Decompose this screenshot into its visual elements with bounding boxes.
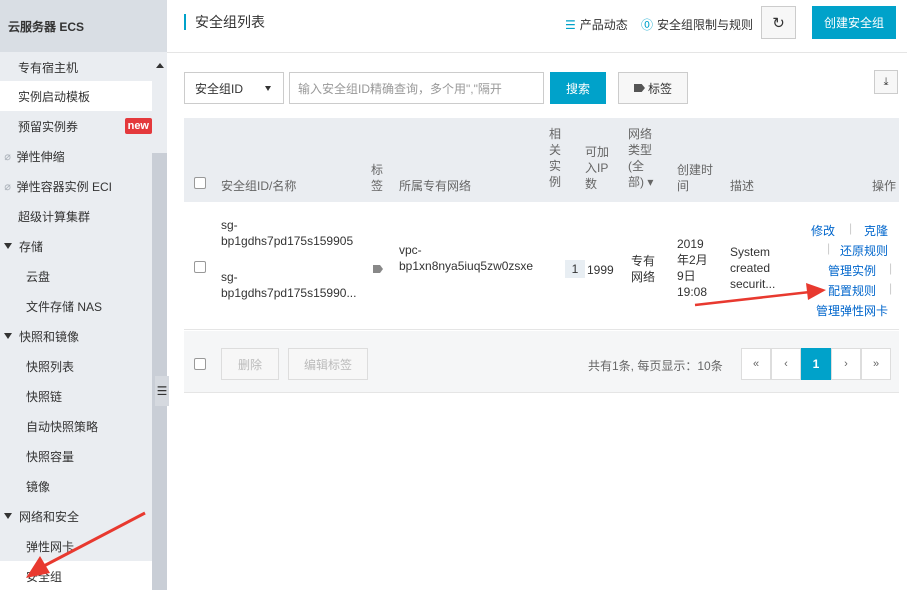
row-checkbox[interactable] xyxy=(194,261,206,273)
th-operations: 操作 xyxy=(872,179,897,193)
th-vpc: 所属专有网络 xyxy=(399,179,472,193)
th-network-type[interactable]: 网络 类型 (全 部) ▾ xyxy=(628,126,653,190)
prev-page-button[interactable]: ‹ xyxy=(771,348,801,380)
sidebar-item-reserved-instance[interactable]: 预留实例券 new xyxy=(0,111,152,141)
sidebar-item-launch-template[interactable]: 实例启动模板 xyxy=(0,81,152,111)
last-page-button[interactable]: » xyxy=(861,348,891,380)
collapse-triangle-icon xyxy=(4,333,12,339)
refresh-button[interactable]: ↻ xyxy=(761,6,796,39)
external-link-icon: ⌀ xyxy=(4,150,11,163)
first-page-button[interactable]: « xyxy=(741,348,771,380)
th-tag: 标签 xyxy=(371,163,384,193)
manage-instances-link[interactable]: 管理实例 xyxy=(828,262,876,279)
search-button[interactable]: 搜索 xyxy=(550,72,606,104)
modify-link[interactable]: 修改 xyxy=(811,222,835,239)
th-description: 描述 xyxy=(730,179,755,193)
table-footer: 删除 编辑标签 共有1条, 每页显示：10条 « ‹ 1 › » xyxy=(184,331,899,393)
sidebar-item-auto-snapshot[interactable]: 自动快照策略 xyxy=(0,411,152,441)
sidebar: 云服务器 ECS 专有宿主机 实例启动模板 预留实例券 new ⌀ 弹性伸缩 ⌀ 弹性… xyxy=(0,0,167,591)
export-icon: ⤓ xyxy=(883,75,889,88)
sidebar-section-storage[interactable]: 存储 xyxy=(0,231,152,261)
tag-filter-button[interactable]: 标签 xyxy=(618,72,688,104)
sidebar-scrollbar-thumb[interactable] xyxy=(152,153,167,590)
collapse-triangle-icon xyxy=(4,243,12,249)
restore-rules-link[interactable]: 还原规则 xyxy=(840,242,888,259)
sidebar-section-snapshot[interactable]: 快照和镜像 xyxy=(0,321,152,351)
export-button[interactable]: ⤓ xyxy=(874,70,898,94)
clone-link[interactable]: 克隆 xyxy=(864,222,888,239)
sidebar-item-dedicated-host[interactable]: 专有宿主机 xyxy=(0,52,152,82)
list-icon: ☰ xyxy=(565,17,576,32)
pagination-summary: 共有1条, 每页显示：10条 xyxy=(588,359,723,373)
sidebar-item-disk[interactable]: 云盘 xyxy=(0,261,152,291)
page-1-button[interactable]: 1 xyxy=(801,348,831,380)
product-news-link[interactable]: ☰ 产品动态 xyxy=(565,16,628,33)
edit-tags-button[interactable]: 编辑标签 xyxy=(288,348,368,380)
security-group-id[interactable]: sg-bp1gdhs7pd175s159905 xyxy=(221,217,353,249)
created-time: 2019 年2月 9日 19:08 xyxy=(677,237,708,299)
refresh-icon: ↻ xyxy=(772,14,785,32)
th-available-ips: 可加 入IP 数 xyxy=(585,145,610,191)
page-title: 安全组列表 xyxy=(184,14,265,30)
create-security-group-button[interactable]: 创建安全组 xyxy=(812,6,896,39)
sidebar-item-supercomputing[interactable]: 超级计算集群 xyxy=(0,201,152,231)
limits-rules-link[interactable]: ⓪ 安全组限制与规则 xyxy=(641,16,753,33)
menu-icon: ☰ xyxy=(156,384,168,398)
sidebar-item-eni[interactable]: 弹性网卡 xyxy=(0,531,152,561)
op-separator: | xyxy=(889,261,893,275)
search-input[interactable]: 输入安全组ID精确查询，多个用","隔开 xyxy=(289,72,544,104)
network-type: 专有 网络 xyxy=(631,254,656,284)
sidebar-brand[interactable]: 云服务器 ECS xyxy=(0,0,166,52)
op-separator: | xyxy=(827,241,831,255)
sidebar-section-network[interactable]: 网络和安全 xyxy=(0,501,152,531)
sidebar-item-nas[interactable]: 文件存储 NAS xyxy=(0,291,152,321)
chevron-down-icon xyxy=(265,86,271,91)
main-content: 安全组列表 ☰ 产品动态 ⓪ 安全组限制与规则 ↻ 创建安全组 安全组ID 输入安全… xyxy=(167,0,907,590)
available-ips: 1999 xyxy=(587,263,614,277)
sidebar-item-eci[interactable]: ⌀ 弹性容器实例 ECI xyxy=(0,171,152,201)
related-instances-count[interactable]: 1 xyxy=(565,260,585,278)
sidebar-item-image[interactable]: 镜像 xyxy=(0,471,152,501)
manage-eni-link[interactable]: 管理弹性网卡 xyxy=(816,302,888,319)
op-separator: | xyxy=(849,221,853,235)
scroll-up-icon[interactable] xyxy=(156,63,164,68)
description: System created securit... xyxy=(730,245,776,291)
sidebar-item-snapshot-chain[interactable]: 快照链 xyxy=(0,381,152,411)
table-header: 安全组ID/名称 标签 所属专有网络 相关实例 可加 入IP 数 网络 类型 (全 部) … xyxy=(184,118,899,202)
th-name: 安全组ID/名称 xyxy=(221,179,297,193)
delete-button[interactable]: 删除 xyxy=(221,348,279,380)
op-separator: | xyxy=(889,281,893,295)
sidebar-item-autoscaling[interactable]: ⌀ 弹性伸缩 xyxy=(0,141,152,171)
external-link-icon: ⌀ xyxy=(4,180,11,193)
new-badge: new xyxy=(124,118,152,134)
th-instances: 相关实例 xyxy=(549,127,562,189)
sidebar-item-security-group[interactable]: 安全组 xyxy=(0,561,152,591)
select-all-checkbox[interactable] xyxy=(194,177,206,189)
table-row: sg-bp1gdhs7pd175s159905 sg-bp1gdhs7pd175… xyxy=(184,202,899,330)
footer-select-all-checkbox[interactable] xyxy=(194,358,206,370)
th-created: 创建时间 xyxy=(677,163,714,193)
security-group-name: sg-bp1gdhs7pd175s15990... xyxy=(221,270,357,300)
header-divider xyxy=(167,52,907,53)
search-field-select[interactable]: 安全组ID xyxy=(184,72,284,104)
help-icon: ⓪ xyxy=(641,18,654,32)
configure-rules-link[interactable]: 配置规则 xyxy=(828,282,876,299)
collapse-triangle-icon xyxy=(4,513,12,519)
next-page-button[interactable]: › xyxy=(831,348,861,380)
vpc-id: vpc-bp1xn8nya5iuq5zw0zsxe xyxy=(399,243,534,273)
sidebar-item-snapshot-capacity[interactable]: 快照容量 xyxy=(0,441,152,471)
tag-icon[interactable] xyxy=(373,265,383,273)
sidebar-item-snapshot-list[interactable]: 快照列表 xyxy=(0,351,152,381)
tag-icon xyxy=(633,84,645,92)
